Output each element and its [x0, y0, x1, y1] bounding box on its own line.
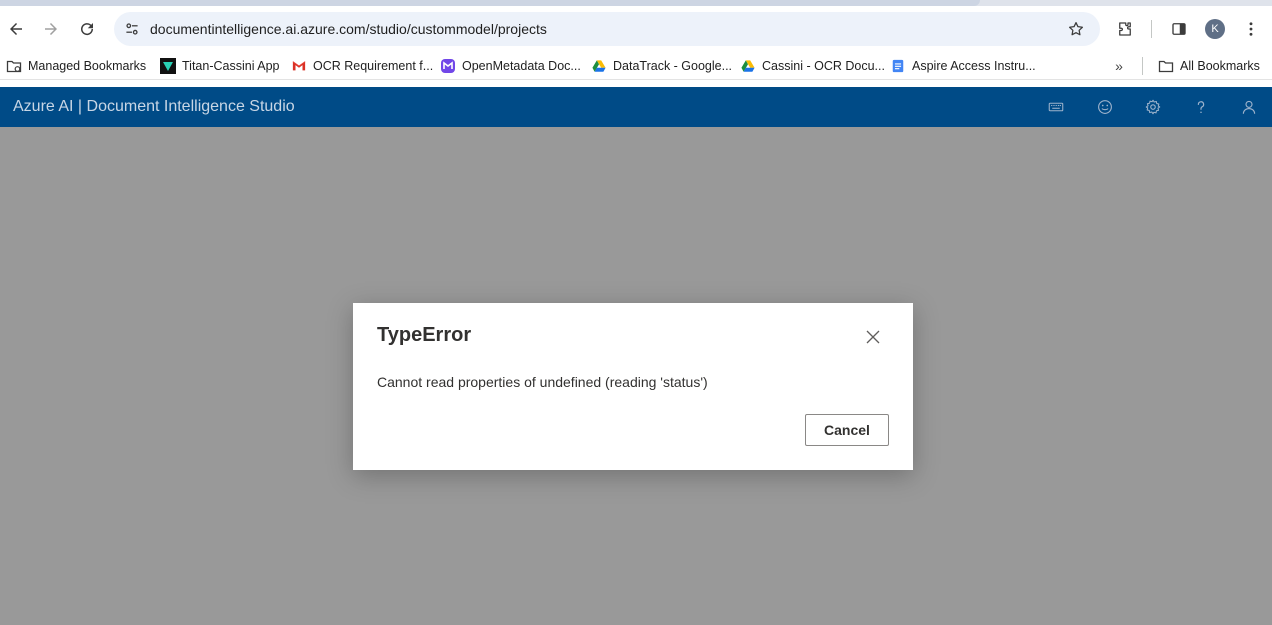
bookmark-label: Cassini - OCR Docu... [762, 59, 885, 73]
dialog-message: Cannot read properties of undefined (rea… [377, 374, 708, 390]
browser-menu-button[interactable] [1237, 15, 1265, 43]
app-title[interactable]: Azure AI | Document Intelligence Studio [13, 98, 295, 116]
bookmark-label: Aspire Access Instru... [912, 59, 1036, 73]
close-button[interactable] [861, 325, 885, 349]
bookmark-ocr-requirement[interactable]: OCR Requirement f... [291, 57, 433, 75]
bookmarks-divider [1142, 57, 1143, 75]
extensions-button[interactable] [1111, 15, 1139, 43]
error-dialog: TypeError Cannot read properties of unde… [353, 303, 913, 470]
help-button[interactable] [1191, 97, 1211, 117]
user-icon [1242, 100, 1256, 114]
address-bar[interactable]: documentintelligence.ai.azure.com/studio… [114, 12, 1100, 46]
titan-logo-icon [160, 58, 176, 74]
arrow-right-icon [45, 23, 57, 35]
puzzle-icon [1119, 22, 1131, 36]
reload-icon [81, 23, 94, 36]
bookmark-label: OpenMetadata Doc... [462, 59, 581, 73]
close-icon [866, 330, 880, 344]
google-drive-icon [740, 58, 756, 74]
url-text[interactable]: documentintelligence.ai.azure.com/studio… [150, 21, 547, 37]
account-button[interactable] [1239, 97, 1259, 117]
all-bookmarks-button[interactable]: All Bookmarks [1158, 57, 1260, 75]
openmetadata-icon [440, 58, 456, 74]
bookmark-label: Titan-Cassini App [182, 59, 280, 73]
folder-icon [1158, 58, 1174, 74]
gmail-icon [291, 58, 307, 74]
reload-button[interactable] [73, 15, 101, 43]
bookmark-cassini-ocr[interactable]: Cassini - OCR Docu... [740, 57, 885, 75]
google-docs-icon [890, 58, 906, 74]
more-vertical-icon [1249, 22, 1253, 36]
forward-button[interactable] [37, 15, 65, 43]
folder-gear-icon [6, 58, 22, 74]
bookmark-label: DataTrack - Google... [613, 59, 733, 73]
toolbar-divider [1151, 20, 1152, 38]
browser-toolbar: documentintelligence.ai.azure.com/studio… [0, 6, 1272, 52]
profile-avatar[interactable]: K [1205, 19, 1225, 39]
settings-button[interactable] [1143, 97, 1163, 117]
bookmark-openmetadata[interactable]: OpenMetadata Doc... [440, 57, 581, 75]
bookmark-managed[interactable]: Managed Bookmarks [6, 57, 146, 75]
app-header: Azure AI | Document Intelligence Studio [0, 87, 1272, 127]
settings-icon [1145, 99, 1161, 115]
bookmark-label: Managed Bookmarks [28, 59, 147, 73]
arrow-left-icon [10, 23, 22, 35]
site-info-icon[interactable] [122, 19, 142, 39]
bookmark-datatrack[interactable]: DataTrack - Google... [591, 57, 732, 75]
side-panel-button[interactable] [1165, 15, 1193, 43]
cancel-button[interactable]: Cancel [805, 414, 889, 446]
back-button[interactable] [2, 15, 30, 43]
feedback-button[interactable] [1095, 97, 1115, 117]
more-bookmarks-icon[interactable]: » [1110, 57, 1128, 75]
bookmark-aspire-access[interactable]: Aspire Access Instru... [890, 57, 1036, 75]
google-drive-icon [591, 58, 607, 74]
keyboard-shortcuts-button[interactable] [1046, 97, 1066, 117]
dialog-title: TypeError [377, 324, 472, 346]
all-bookmarks-label: All Bookmarks [1180, 59, 1260, 73]
keyboard-icon [1048, 102, 1064, 112]
side-panel-icon [1172, 23, 1186, 35]
bookmark-star-icon[interactable] [1066, 19, 1086, 39]
bookmark-label: OCR Requirement f... [313, 59, 434, 73]
bookmarks-bar: Managed Bookmarks Titan-Cassini App OCR … [0, 52, 1272, 80]
help-icon [1197, 101, 1205, 113]
smiley-icon [1098, 100, 1112, 114]
bookmark-titan[interactable]: Titan-Cassini App [160, 57, 280, 75]
